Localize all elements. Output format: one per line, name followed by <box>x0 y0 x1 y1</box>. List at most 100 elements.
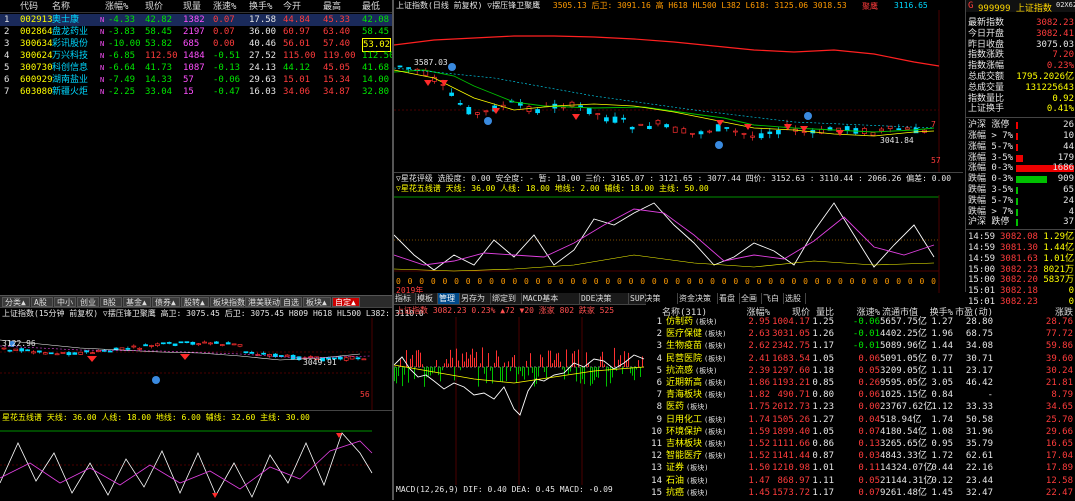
wl-col-header[interactable]: 涨幅% <box>105 1 128 13</box>
tab-item[interactable]: 板块指数 <box>210 297 245 307</box>
toolbar-button[interactable]: DDE决策 <box>580 293 629 304</box>
sector-row[interactable]: 13 证券 (板块) 1.50 1210.98 1.01 0.11 14324.07亿 0.44… <box>648 462 1075 474</box>
tab-item[interactable]: A股 <box>31 297 53 307</box>
wl-cell-flag: N <box>100 16 105 24</box>
watchlist-row[interactable]: 7 603080 新疆火炬 N -2.25 33.04 15 -0.47 16.03 34.06 3… <box>0 86 392 98</box>
wl-cell-speed: -0.06 <box>213 75 241 85</box>
sector-row[interactable]: 12 智能医疗 (板块) 1.52 1141.44 0.87 0.03 4843.33亿 1.7… <box>648 450 1075 462</box>
intraday-panel[interactable]: 上证指数 3082.23 0.23% ▲72 ▼20 涨家 802 跌家 525… <box>394 304 646 500</box>
sector-row[interactable]: 6 近期新高 (板块) 1.86 1193.21 0.85 0.26 9595.05亿 3.05… <box>648 377 1075 389</box>
sector-row[interactable]: 3 生物疫苗 (板块) 2.62 2342.75 1.17 -0.01 5089.96亿 1.4… <box>648 340 1075 352</box>
watchlist-table: 1 002913 奥士康 N -4.33 42.82 1382 0.07 17.58 44.84 4… <box>0 14 395 104</box>
wl-col-header[interactable]: 换手% <box>249 1 272 13</box>
sector-row[interactable]: 10 环境保护 (板块) 1.59 1899.40 1.05 0.07 4180.54亿 1.0… <box>648 426 1075 438</box>
index-dist-value: 4 <box>1068 206 1074 217</box>
sector-cell-turn: 1.74 <box>931 414 953 425</box>
index-tick-row: 15:01 3082.18 0 <box>966 286 1075 297</box>
sector-cell-price: 1505.26 <box>772 414 810 425</box>
sector-row[interactable]: 1 仿制药 (板块) 2.95 1004.17 1.25 -0.06 5657.75亿 1.27… <box>648 316 1075 328</box>
wl-cell-code: 603080 <box>20 87 53 97</box>
sector-row[interactable]: 4 民营医院 (板块) 2.41 1683.54 1.05 0.06 5091.05亿 0.77… <box>648 353 1075 365</box>
index-dist-value: 44 <box>1063 141 1074 152</box>
main-chart-high-label: 3587.03 <box>414 58 448 67</box>
wl-cell-high: 57.40 <box>323 39 351 49</box>
sector-row[interactable]: 15 抗癌 (板块) 1.45 1573.72 1.17 0.07 9261.48亿 1.45 3… <box>648 487 1075 499</box>
watchlist-row[interactable]: 1 002913 奥士康 N -4.33 42.82 1382 0.07 17.58 44.84 4… <box>0 14 392 26</box>
wl-col-header[interactable]: 现量 <box>183 1 201 13</box>
main-chart-values: 3505.13 后卫: 3091.16 高 H618 HL500 L382 L6… <box>552 1 847 10</box>
toolbar-button[interactable]: SUP决策 <box>629 293 678 304</box>
sector-row[interactable]: 14 石油 (板块) 1.47 868.97 1.11 0.05 21144.31亿 0.12 2… <box>648 475 1075 487</box>
index-dist-bar <box>1016 187 1018 194</box>
toolbar-button[interactable]: 绑定到 <box>491 293 522 304</box>
sector-cell-chg: 2.41 <box>748 353 770 364</box>
tab-item[interactable]: B股 <box>100 297 122 307</box>
tab-item[interactable]: 板块▲ <box>303 297 331 307</box>
sector-row[interactable]: 5 抗流感 (板块) 2.39 1297.60 1.18 0.05 3209.05亿 1.11 2… <box>648 365 1075 377</box>
sector-cell-cap: 3209.05亿 <box>880 365 927 376</box>
tab-item[interactable]: 创业 <box>77 297 99 307</box>
index-info-code: 02X62 <box>1056 1 1075 9</box>
tab-item[interactable]: 自选 <box>280 297 302 307</box>
watchlist-row[interactable]: 2 002864 盘龙药业 N -3.83 58.45 2197 0.07 36.00 60.97… <box>0 26 392 38</box>
sector-cell-spd: 0.06 <box>858 390 880 401</box>
wl-col-header[interactable]: 最高 <box>323 1 341 13</box>
toolbar-button[interactable]: MACD基本 <box>522 293 580 304</box>
sector-cell-vr: 1.11 <box>812 475 834 486</box>
index-info-label: 上证换手 <box>968 104 1005 115</box>
toolbar-button[interactable]: 模板 <box>416 293 438 304</box>
sector-row[interactable]: 7 青海板块 (板块) 1.82 490.71 0.80 0.06 1025.15亿 0.84 -… <box>648 389 1075 401</box>
tab-item[interactable]: 债券▲ <box>152 297 180 307</box>
index-dist-bar <box>1016 176 1047 184</box>
wl-cell-flag: N <box>100 88 105 96</box>
tab-item[interactable]: 中小 <box>54 297 76 307</box>
sector-cell-pe: 35.79 <box>965 439 993 449</box>
index-dist-value: 65 <box>1063 185 1074 195</box>
toolbar-button[interactable]: 看盘 <box>718 293 740 304</box>
sector-cell-price: 1141.44 <box>772 451 810 462</box>
sector-cell-vr: 1.25 <box>812 317 834 327</box>
wl-cell-open: 56.01 <box>283 39 311 49</box>
index-info-row: 今日开盘 3082.41 <box>966 29 1075 40</box>
wl-cell-vol: 1484 <box>183 51 205 61</box>
watchlist-row[interactable]: 6 600929 湖南盐业 N -7.49 14.33 57 -0.06 29.63 15.01 1… <box>0 74 392 86</box>
wl-col-header[interactable]: 代码 <box>20 1 38 13</box>
sector-row[interactable]: 11 吉林板块 (板块) 1.52 1111.66 0.86 0.13 3265.65亿 0.9… <box>648 438 1075 450</box>
toolbar-button[interactable]: 资金决策 <box>678 293 718 304</box>
sector-cell-vr: 1.27 <box>812 414 834 425</box>
sector-cell-turn: 1.96 <box>931 329 953 340</box>
wl-col-header[interactable]: 涨速% <box>213 1 236 13</box>
sector-cell-price: 3031.05 <box>772 329 810 340</box>
sector-idx: 2 <box>656 329 662 340</box>
toolbar-button[interactable]: 选股 <box>784 293 806 304</box>
watchlist-row[interactable]: 5 300730 科创信息 N -6.64 41.73 1087 -0.13 24.13 44.1… <box>0 62 392 74</box>
wl-col-header[interactable]: 今开 <box>283 1 301 13</box>
indicator-rating-panel[interactable]: ▽星花评级 选股度: 0.00 安全度: - 暂: 18.00 三价: 3165… <box>394 172 963 295</box>
left-chart-panel[interactable]: 上证指数(15分钟 前复权) ▽摆压锋卫聚鹰 高卫: 3075.45 后卫: 3… <box>0 307 424 410</box>
wl-col-header[interactable]: 名称 <box>52 1 70 13</box>
toolbar-button[interactable]: 全画 <box>740 293 762 304</box>
toolbar-button[interactable]: 飞白 <box>762 293 784 304</box>
main-chart-panel[interactable]: 上证指数(日线 前复权) ▽摆压锋卫聚鹰 3505.13 后卫: 3091.16… <box>394 0 963 172</box>
sector-row[interactable]: 9 日用化工 (板块) 1.74 1505.26 1.27 0.04 518.94亿 1.74 5… <box>648 414 1075 426</box>
toolbar-button[interactable]: 指标 <box>394 293 416 304</box>
wl-cell-high: 15.34 <box>323 75 351 85</box>
toolbar-button[interactable]: 管理 <box>438 293 460 304</box>
watchlist-row[interactable]: 4 300624 万兴科技 N -6.85 112.50 1484 -0.51 27.52 115… <box>0 50 395 62</box>
wl-cell-turn: 36.00 <box>249 27 277 37</box>
watchlist-row[interactable]: 3 300634 彩讯股份 N -10.00 53.82 685 0.00 40.46 56.01… <box>0 38 392 52</box>
tab-item[interactable]: 基金▲ <box>123 297 151 307</box>
sector-row[interactable]: 8 医药 (板块) 1.75 2012.73 1.23 0.00 23767.62亿 1.12 3… <box>648 401 1075 413</box>
tab-item[interactable]: 分类▲ <box>2 297 30 307</box>
wl-col-header[interactable]: 最低 <box>362 1 380 13</box>
tab-item[interactable]: 自定▲ <box>332 297 360 307</box>
wl-cell-speed: 0.07 <box>213 27 235 37</box>
tab-item[interactable]: 股转▲ <box>181 297 209 307</box>
left-indicator-panel[interactable]: 星花五线谱 天线: 36.00 人线: 18.00 地线: 6.00 辅线: 3… <box>0 410 392 500</box>
sector-row[interactable]: 2 医疗保健 (板块) 2.63 3031.05 1.26 -0.01 4402.25亿 1.9… <box>648 328 1075 340</box>
toolbar-button[interactable]: 另存为 <box>460 293 491 304</box>
sector-cell-vr: 1.01 <box>812 463 834 474</box>
tab-item[interactable]: 港美联动 <box>245 297 280 307</box>
wl-col-header[interactable]: 现价 <box>145 1 163 13</box>
wl-cell-name: 科创信息 <box>52 63 89 73</box>
